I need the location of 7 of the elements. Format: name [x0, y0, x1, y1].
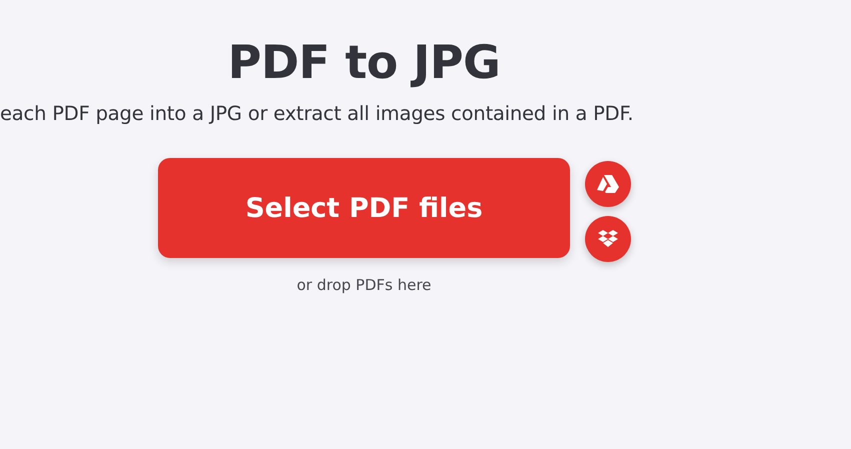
select-files-button[interactable]: Select PDF files: [158, 158, 570, 258]
page-title: PDF to JPG: [226, 34, 502, 91]
subtitle: each PDF page into a JPG or extract all images contained in a PDF.: [0, 101, 634, 127]
drop-hint: or drop PDFs here: [296, 276, 432, 294]
cloud-drive-button[interactable]: [585, 161, 631, 207]
dropbox-button[interactable]: [585, 216, 631, 262]
open-box-icon: [597, 229, 619, 249]
